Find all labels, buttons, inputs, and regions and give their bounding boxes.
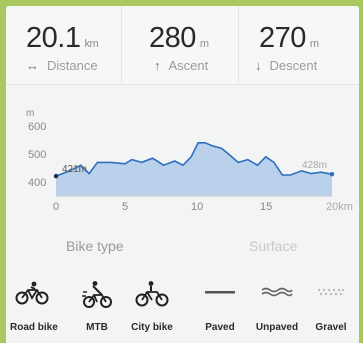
start-marker xyxy=(53,173,59,179)
road-bike-label: Road bike xyxy=(10,322,58,333)
horizontal-arrows-icon: ↔ xyxy=(26,58,39,73)
road-bike-icon xyxy=(15,281,49,305)
surface-unpaved[interactable]: Unpaved xyxy=(254,270,300,343)
paved-label: Paved xyxy=(205,322,235,333)
descent-label-row: ↓ Descent xyxy=(255,58,317,73)
y-ticks: 600 500 400 xyxy=(28,121,46,189)
x-tick-label: 20km xyxy=(326,201,353,213)
x-tick-label: 0 xyxy=(53,201,59,213)
bike-type-road[interactable]: Road bike xyxy=(10,270,58,343)
paved-icon xyxy=(205,291,235,294)
x-ticks: 0 5 10 15 20km xyxy=(53,201,353,213)
start-elevation-label: 421m xyxy=(62,164,87,175)
descent-value-row: 270 m xyxy=(259,22,319,55)
stat-ascent: 280 m ↑ Ascent xyxy=(121,6,239,84)
ascent-label: Ascent xyxy=(168,58,209,73)
distance-label: Distance xyxy=(47,58,98,73)
stats-header: 20.1 km ↔ Distance 280 m ↑ Ascent 270 m ↓ Desc… xyxy=(6,6,359,85)
ascent-unit: m xyxy=(199,38,209,50)
options-row: Road bike MTB City bike Paved Unpaved Gr… xyxy=(6,270,359,343)
distance-label-row: ↔ Distance xyxy=(26,58,98,73)
surface-paved[interactable]: Paved xyxy=(200,270,240,343)
ascent-label-row: ↑ Ascent xyxy=(154,58,208,73)
bike-type-mtb[interactable]: MTB xyxy=(80,270,114,343)
mtb-label: MTB xyxy=(86,322,108,333)
city-bike-label: City bike xyxy=(131,322,173,333)
y-tick-label: 500 xyxy=(28,149,46,161)
x-tick-label: 10 xyxy=(191,201,203,213)
descent-unit: m xyxy=(309,38,319,50)
arrow-up-icon: ↑ xyxy=(154,58,161,73)
gravel-label: Gravel xyxy=(315,322,347,333)
elevation-chart[interactable]: m 600 500 400 421m 428m 0 5 10 15 20km xyxy=(6,106,359,221)
descent-value: 270 xyxy=(259,22,306,54)
descent-label: Descent xyxy=(269,58,318,73)
unpaved-label: Unpaved xyxy=(255,322,299,333)
stat-descent: 270 m ↓ Descent xyxy=(238,6,359,84)
ascent-value-row: 280 m xyxy=(149,22,209,55)
city-bike-icon xyxy=(135,281,169,307)
bike-type-city[interactable]: City bike xyxy=(124,270,180,343)
mtb-icon xyxy=(82,281,112,308)
x-tick-label: 5 xyxy=(122,201,128,213)
arrow-down-icon: ↓ xyxy=(255,58,262,73)
distance-value: 20.1 xyxy=(26,22,81,54)
distance-value-row: 20.1 km xyxy=(26,22,99,55)
y-tick-label: 400 xyxy=(28,177,46,189)
unpaved-icon xyxy=(261,287,293,297)
y-tick-label: 600 xyxy=(28,121,46,133)
end-marker xyxy=(329,171,335,177)
ascent-value: 280 xyxy=(149,22,196,54)
stat-distance: 20.1 km ↔ Distance xyxy=(6,6,120,84)
x-tick-label: 15 xyxy=(260,201,272,213)
distance-unit: km xyxy=(84,38,99,50)
gravel-icon xyxy=(317,288,345,296)
bike-type-heading: Bike type xyxy=(66,238,124,254)
y-axis-label: m xyxy=(26,108,34,119)
end-elevation-label: 428m xyxy=(302,160,327,171)
route-stats-screen: 20.1 km ↔ Distance 280 m ↑ Ascent 270 m ↓ Desc… xyxy=(6,6,359,343)
surface-gravel[interactable]: Gravel xyxy=(311,270,351,343)
surface-heading: Surface xyxy=(249,238,298,254)
